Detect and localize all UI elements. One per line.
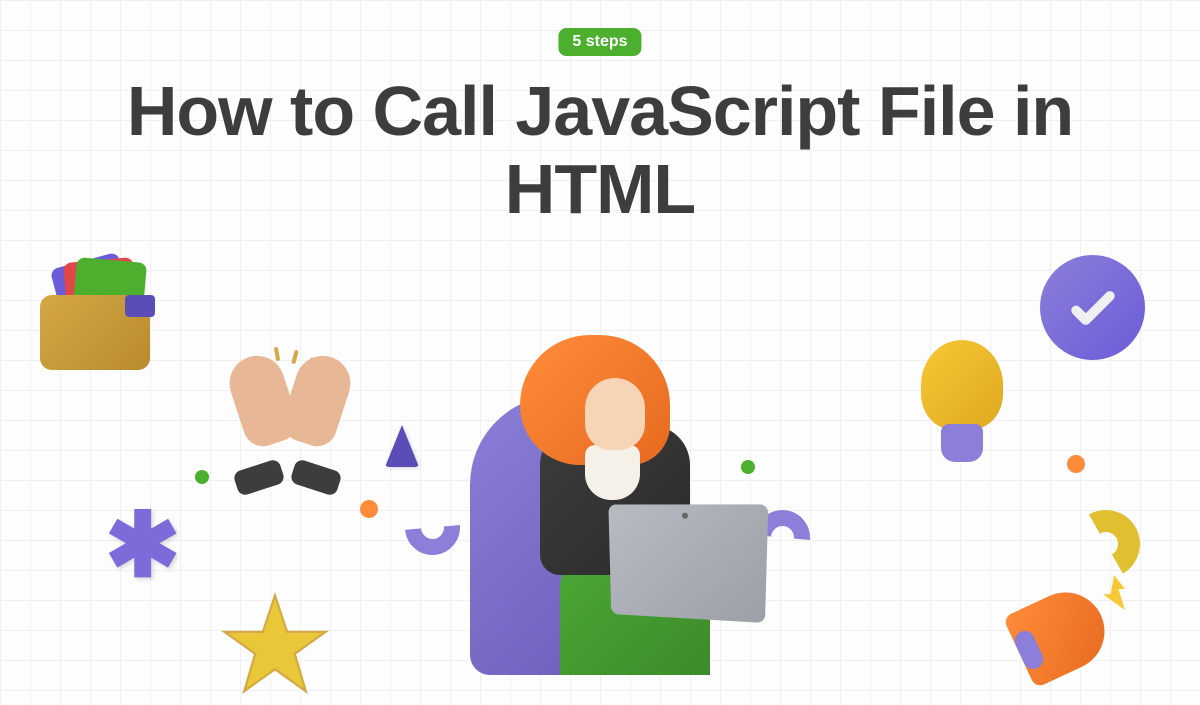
clapping-hands-icon <box>235 355 345 485</box>
star-icon <box>220 590 330 700</box>
squiggle-icon <box>1064 502 1147 585</box>
wallet-icon <box>40 260 170 370</box>
asterisk-icon: ✱ <box>105 515 180 590</box>
dot-icon <box>360 500 378 518</box>
megaphone-icon <box>1005 575 1125 685</box>
dot-icon <box>195 470 209 484</box>
lightbulb-icon <box>915 340 1010 470</box>
dot-icon <box>1067 455 1085 473</box>
checkmark-icon <box>1040 255 1145 360</box>
page-title: How to Call JavaScript File in HTML <box>60 72 1140 229</box>
steps-badge: 5 steps <box>558 28 641 56</box>
person--icon <box>410 305 790 675</box>
